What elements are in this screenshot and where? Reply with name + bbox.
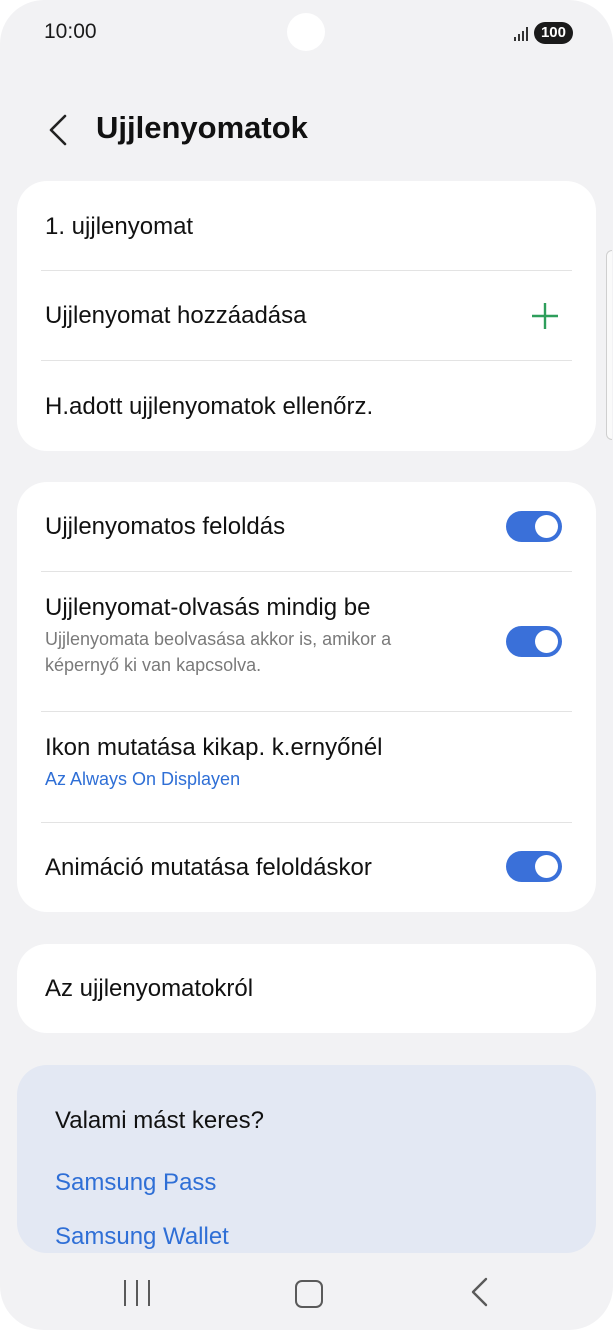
unlock-animation-toggle[interactable] <box>506 851 562 882</box>
fingerprint-unlock-label: Ujjlenyomatos feloldás <box>45 513 286 540</box>
suggestions-card: Valami mást keres? Samsung Pass Samsung … <box>17 1065 596 1253</box>
status-icons: 100 <box>513 22 573 44</box>
divider <box>41 822 572 823</box>
icon-off-screen-row[interactable]: Ikon mutatása kikap. k.ernyőnél Az Alway… <box>45 734 568 800</box>
front-camera <box>287 13 325 51</box>
add-fingerprint-label: Ujjlenyomat hozzáadása <box>45 302 307 329</box>
plus-icon[interactable] <box>530 301 560 331</box>
settings-card: Ujjlenyomatos feloldás Ujjlenyomat-olvas… <box>17 482 596 912</box>
recent-apps-icon <box>124 1280 126 1306</box>
scroll-indicator[interactable] <box>606 250 612 440</box>
phone-screen: 10:00 100 Ujjlenyomatok 1. ujjlenyomat U… <box>0 0 613 1330</box>
back-button[interactable] <box>36 108 80 152</box>
icon-off-screen-subtitle: Az Always On Displayen <box>45 769 241 789</box>
unlock-animation-row[interactable]: Animáció mutatása feloldáskor <box>45 838 568 898</box>
chevron-left-icon <box>49 114 67 146</box>
always-on-toggle[interactable] <box>506 626 562 657</box>
fingerprint-item-1[interactable]: 1. ujjlenyomat <box>45 197 568 257</box>
fingerprint-unlock-row[interactable]: Ujjlenyomatos feloldás <box>45 496 568 558</box>
page-title: Ujjlenyomatok <box>96 110 308 145</box>
check-fingerprints-label: H.adott ujjlenyomatok ellenőrz. <box>45 393 374 420</box>
divider <box>41 270 572 271</box>
check-fingerprints-button[interactable]: H.adott ujjlenyomatok ellenőrz. <box>45 377 568 437</box>
signal-icon <box>513 25 528 41</box>
divider <box>41 571 572 572</box>
fingerprint-unlock-toggle[interactable] <box>506 511 562 542</box>
unlock-animation-label: Animáció mutatása feloldáskor <box>45 854 372 881</box>
icon-off-screen-label: Ikon mutatása kikap. k.ernyőnél <box>45 734 383 761</box>
home-button[interactable] <box>295 1280 323 1308</box>
always-on-label: Ujjlenyomat-olvasás mindig be <box>45 594 371 621</box>
about-fingerprints-row[interactable]: Az ujjlenyomatokról <box>45 958 568 1020</box>
fingerprint-item-label: 1. ujjlenyomat <box>45 213 194 240</box>
samsung-wallet-link[interactable]: Samsung Wallet <box>55 1223 229 1251</box>
about-card: Az ujjlenyomatokról <box>17 944 596 1033</box>
always-on-subtitle-1: Ujjlenyomata beolvasása akkor is, amikor… <box>45 629 392 649</box>
divider <box>41 711 572 712</box>
status-time: 10:00 <box>44 20 97 43</box>
add-fingerprint-button[interactable]: Ujjlenyomat hozzáadása <box>45 286 568 346</box>
recent-apps-button[interactable] <box>124 1280 150 1306</box>
always-on-row[interactable]: Ujjlenyomat-olvasás mindig be Ujjlenyoma… <box>45 594 568 690</box>
suggestions-title: Valami mást keres? <box>55 1107 264 1134</box>
divider <box>41 360 572 361</box>
battery-indicator: 100 <box>533 22 573 44</box>
fingerprint-list-card: 1. ujjlenyomat Ujjlenyomat hozzáadása H.… <box>17 181 596 451</box>
about-fingerprints-label: Az ujjlenyomatokról <box>45 975 254 1002</box>
nav-back-icon[interactable] <box>464 1276 496 1308</box>
always-on-subtitle-2: képernyő ki van kapcsolva. <box>45 655 262 675</box>
samsung-pass-link[interactable]: Samsung Pass <box>55 1169 216 1197</box>
